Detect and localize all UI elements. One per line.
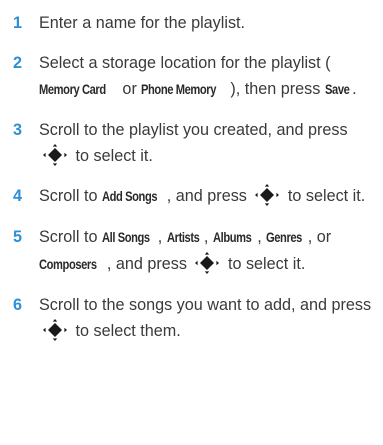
key-label: Memory Card [39, 82, 106, 97]
step-text: Scroll to the songs you want to add, and… [39, 296, 372, 314]
step-item: 3 Scroll to the playlist you created, and… [0, 117, 383, 169]
key-label: Artists [166, 230, 200, 245]
step-item: 6 Scroll to the songs you want to add, an… [0, 292, 383, 344]
step-text: Scroll to [39, 187, 102, 205]
step-text: . [352, 80, 357, 98]
key-label: All Songs [101, 230, 150, 245]
nav-key-icon [42, 319, 68, 341]
step-number: 1 [13, 14, 23, 32]
step-text: to select them. [71, 322, 181, 340]
step-text: , [157, 228, 167, 246]
key-label: Albums [212, 230, 252, 245]
key-label: Composers [39, 257, 97, 272]
step-text: , and press [106, 255, 192, 273]
step-text: to select it. [283, 187, 366, 205]
step-text: or [117, 80, 142, 98]
step-text: Select a storage location for the playli… [39, 54, 331, 72]
step-text: , or [307, 228, 332, 246]
key-label: Save [324, 82, 350, 97]
nav-key-icon [194, 252, 220, 274]
step-item: 4 Scroll to Add Songs , and press to selec… [0, 183, 383, 210]
step-text: , and press [166, 187, 252, 205]
step-text: Scroll to the playlist you created, and … [39, 121, 348, 139]
step-number: 5 [13, 228, 23, 246]
step-item: 2 Select a storage location for the playl… [0, 50, 383, 103]
step-text: ), then press [230, 80, 325, 98]
step-item: 1 Enter a name for the playlist. [0, 10, 383, 36]
step-text: Scroll to [39, 228, 102, 246]
step-text: , [257, 228, 267, 246]
nav-key-icon [42, 144, 68, 166]
step-text: Enter a name for the playlist. [39, 14, 246, 32]
step-item: 5 Scroll to All Songs, Artists, Albums, G… [0, 224, 383, 278]
step-text: , [203, 228, 213, 246]
nav-key-icon [254, 184, 280, 206]
key-label: Phone Memory [141, 82, 217, 97]
step-number: 3 [13, 121, 23, 139]
key-label: Genres [266, 230, 303, 245]
step-text: to select it. [71, 147, 153, 165]
step-number: 4 [13, 187, 23, 205]
step-text: to select it. [223, 255, 306, 273]
step-number: 6 [13, 296, 23, 314]
step-number: 2 [13, 54, 23, 72]
key-label: Add Songs [101, 189, 158, 204]
instruction-steps: 1 Enter a name for the playlist. 2 Select a… [0, 10, 383, 358]
